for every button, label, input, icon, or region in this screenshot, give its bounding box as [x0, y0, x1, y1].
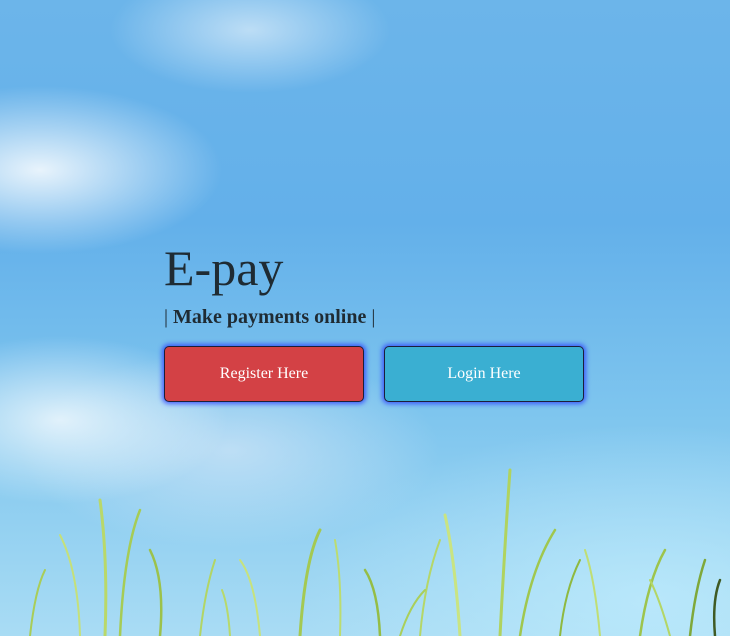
hero-section: E-pay | Make payments online | Register … [164, 240, 604, 402]
tagline-prefix-bar: | [164, 306, 169, 328]
login-button-label: Login Here [447, 365, 521, 382]
register-button-label: Register Here [219, 365, 309, 382]
grass-decoration [29, 468, 722, 636]
tagline: | Make payments online | [164, 304, 604, 330]
tagline-text: Make payments online [173, 306, 367, 328]
tagline-suffix-bar: | [371, 306, 376, 328]
register-button[interactable]: Register Here [164, 346, 364, 402]
action-buttons: Register Here Login Here [164, 346, 604, 402]
login-button[interactable]: Login Here [384, 346, 584, 402]
page-title: E-pay [164, 240, 284, 296]
